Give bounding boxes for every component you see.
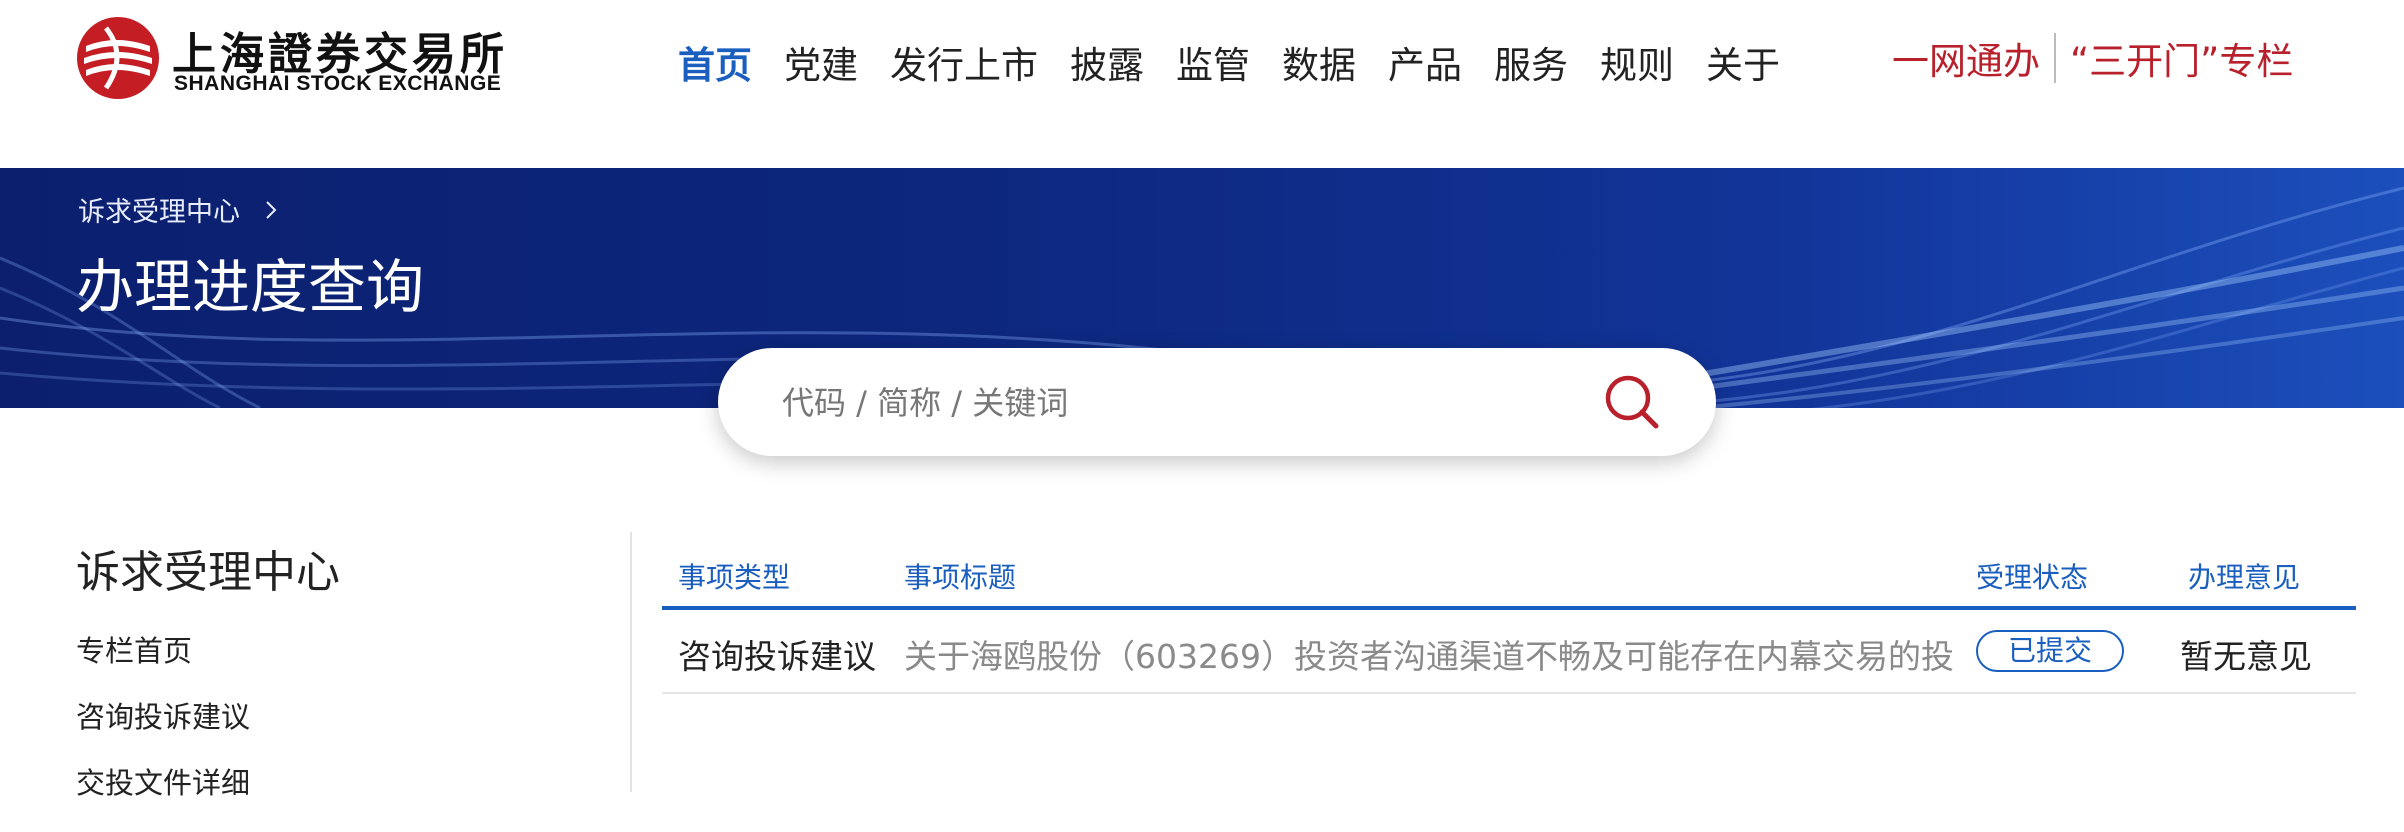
- site-logo[interactable]: 上海證券交易所 SHANGHAI STOCK EXCHANGE: [76, 16, 506, 100]
- nav-item-listing[interactable]: 发行上市: [890, 35, 1038, 89]
- row-type: 咨询投诉建议: [678, 637, 876, 676]
- page-title: 办理进度查询: [76, 253, 425, 321]
- search-icon[interactable]: [1598, 368, 1668, 438]
- quick-links: 一网通办 “三开门”专栏: [1892, 30, 2293, 86]
- sidebar: 诉求受理中心 专栏首页 咨询投诉建议 交投文件详细: [76, 536, 596, 832]
- quick-links-divider: [2054, 33, 2056, 83]
- sidebar-item-consult-complaint[interactable]: 咨询投诉建议: [76, 700, 596, 766]
- nav-item-products[interactable]: 产品: [1388, 35, 1462, 89]
- main-nav: 首页 党建 发行上市 披露 监管 数据 产品 服务 规则 关于: [678, 32, 1812, 92]
- nav-item-disclosure[interactable]: 披露: [1070, 35, 1144, 89]
- one-net-service-link[interactable]: 一网通办: [1892, 31, 2040, 85]
- column-header-type: 事项类型: [678, 561, 791, 594]
- breadcrumb: 诉求受理中心: [78, 190, 282, 229]
- sidebar-item-documents[interactable]: 交投文件详细: [76, 766, 596, 832]
- three-open-column-link[interactable]: “三开门”专栏: [2070, 31, 2293, 85]
- column-header-opinion: 办理意见: [2188, 561, 2301, 594]
- nav-item-rules[interactable]: 规则: [1600, 35, 1674, 89]
- sidebar-divider: [630, 532, 632, 792]
- column-header-title: 事项标题: [904, 561, 1017, 594]
- row-title[interactable]: 关于海鸥股份（603269）投资者沟通渠道不畅及可能存在内幕交易的投诉: [904, 630, 1954, 678]
- row-opinion: 暂无意见: [2180, 637, 2312, 676]
- progress-table: 事项类型 事项标题 受理状态 办理意见 咨询投诉建议 关于海鸥股份（603269…: [662, 548, 2356, 694]
- search-input[interactable]: [780, 372, 1584, 434]
- table-row[interactable]: 咨询投诉建议 关于海鸥股份（603269）投资者沟通渠道不畅及可能存在内幕交易的…: [662, 610, 2356, 694]
- nav-item-data[interactable]: 数据: [1282, 35, 1356, 89]
- column-header-status: 受理状态: [1976, 561, 2089, 594]
- nav-item-about[interactable]: 关于: [1706, 35, 1780, 89]
- search-bar: [718, 348, 1716, 456]
- sse-logo-icon: [77, 17, 159, 99]
- sidebar-title: 诉求受理中心: [76, 547, 340, 598]
- nav-item-services[interactable]: 服务: [1494, 35, 1568, 89]
- sidebar-item-column-home[interactable]: 专栏首页: [76, 634, 596, 700]
- status-badge: 已提交: [1976, 630, 2124, 672]
- chevron-right-icon: [266, 200, 277, 219]
- nav-item-home[interactable]: 首页: [678, 35, 752, 89]
- nav-item-supervision[interactable]: 监管: [1176, 35, 1250, 89]
- site-header: 上海證券交易所 SHANGHAI STOCK EXCHANGE 首页 党建 发行…: [0, 0, 2404, 168]
- breadcrumb-link-center[interactable]: 诉求受理中心: [78, 190, 240, 229]
- table-header: 事项类型 事项标题 受理状态 办理意见: [662, 548, 2356, 610]
- logo-english-name: SHANGHAI STOCK EXCHANGE: [174, 72, 502, 95]
- nav-item-party-building[interactable]: 党建: [784, 35, 858, 89]
